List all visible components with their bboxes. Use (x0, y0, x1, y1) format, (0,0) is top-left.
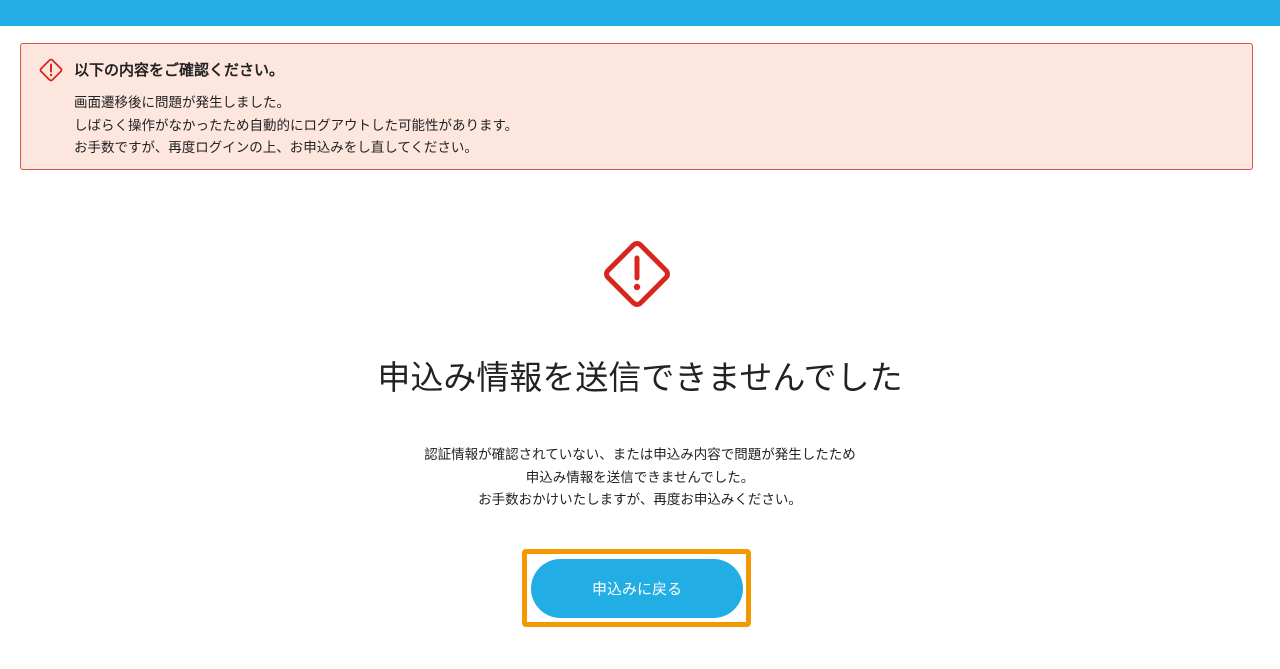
error-description: 認証情報が確認されていない、または申込み内容で問題が発生したため 申込み情報を送… (0, 444, 1280, 512)
alert-title: 以下の内容をご確認ください。 (74, 61, 285, 79)
alert-box: 以下の内容をご確認ください。 画面遷移後に問題が発生しました。 しばらく操作がな… (20, 43, 1253, 170)
alert-message: 画面遷移後に問題が発生しました。 しばらく操作がなかったため自動的にログアウトし… (74, 92, 518, 160)
alert-line: しばらく操作がなかったため自動的にログアウトした可能性があります。 (74, 117, 519, 134)
description-line: お手数おかけいたしますが、再度お申込みください。 (478, 492, 802, 508)
alert-line: 画面遷移後に問題が発生しました。 (74, 95, 290, 111)
warning-diamond-icon (597, 234, 677, 314)
description-line: 申込み情報を送信できませんでした。 (525, 469, 755, 486)
warning-diamond-icon (38, 57, 64, 83)
description-line: 認証情報が確認されていない、または申込み内容で問題が発生したため (424, 447, 856, 463)
alert-line: お手数ですが、再度ログインの上、お申込みをし直してください。 (74, 140, 478, 156)
page-title: 申込み情報を送信できませんでした (377, 358, 903, 397)
top-header-bar (0, 0, 1280, 26)
back-to-application-button[interactable]: 申込みに戻る (531, 559, 743, 618)
